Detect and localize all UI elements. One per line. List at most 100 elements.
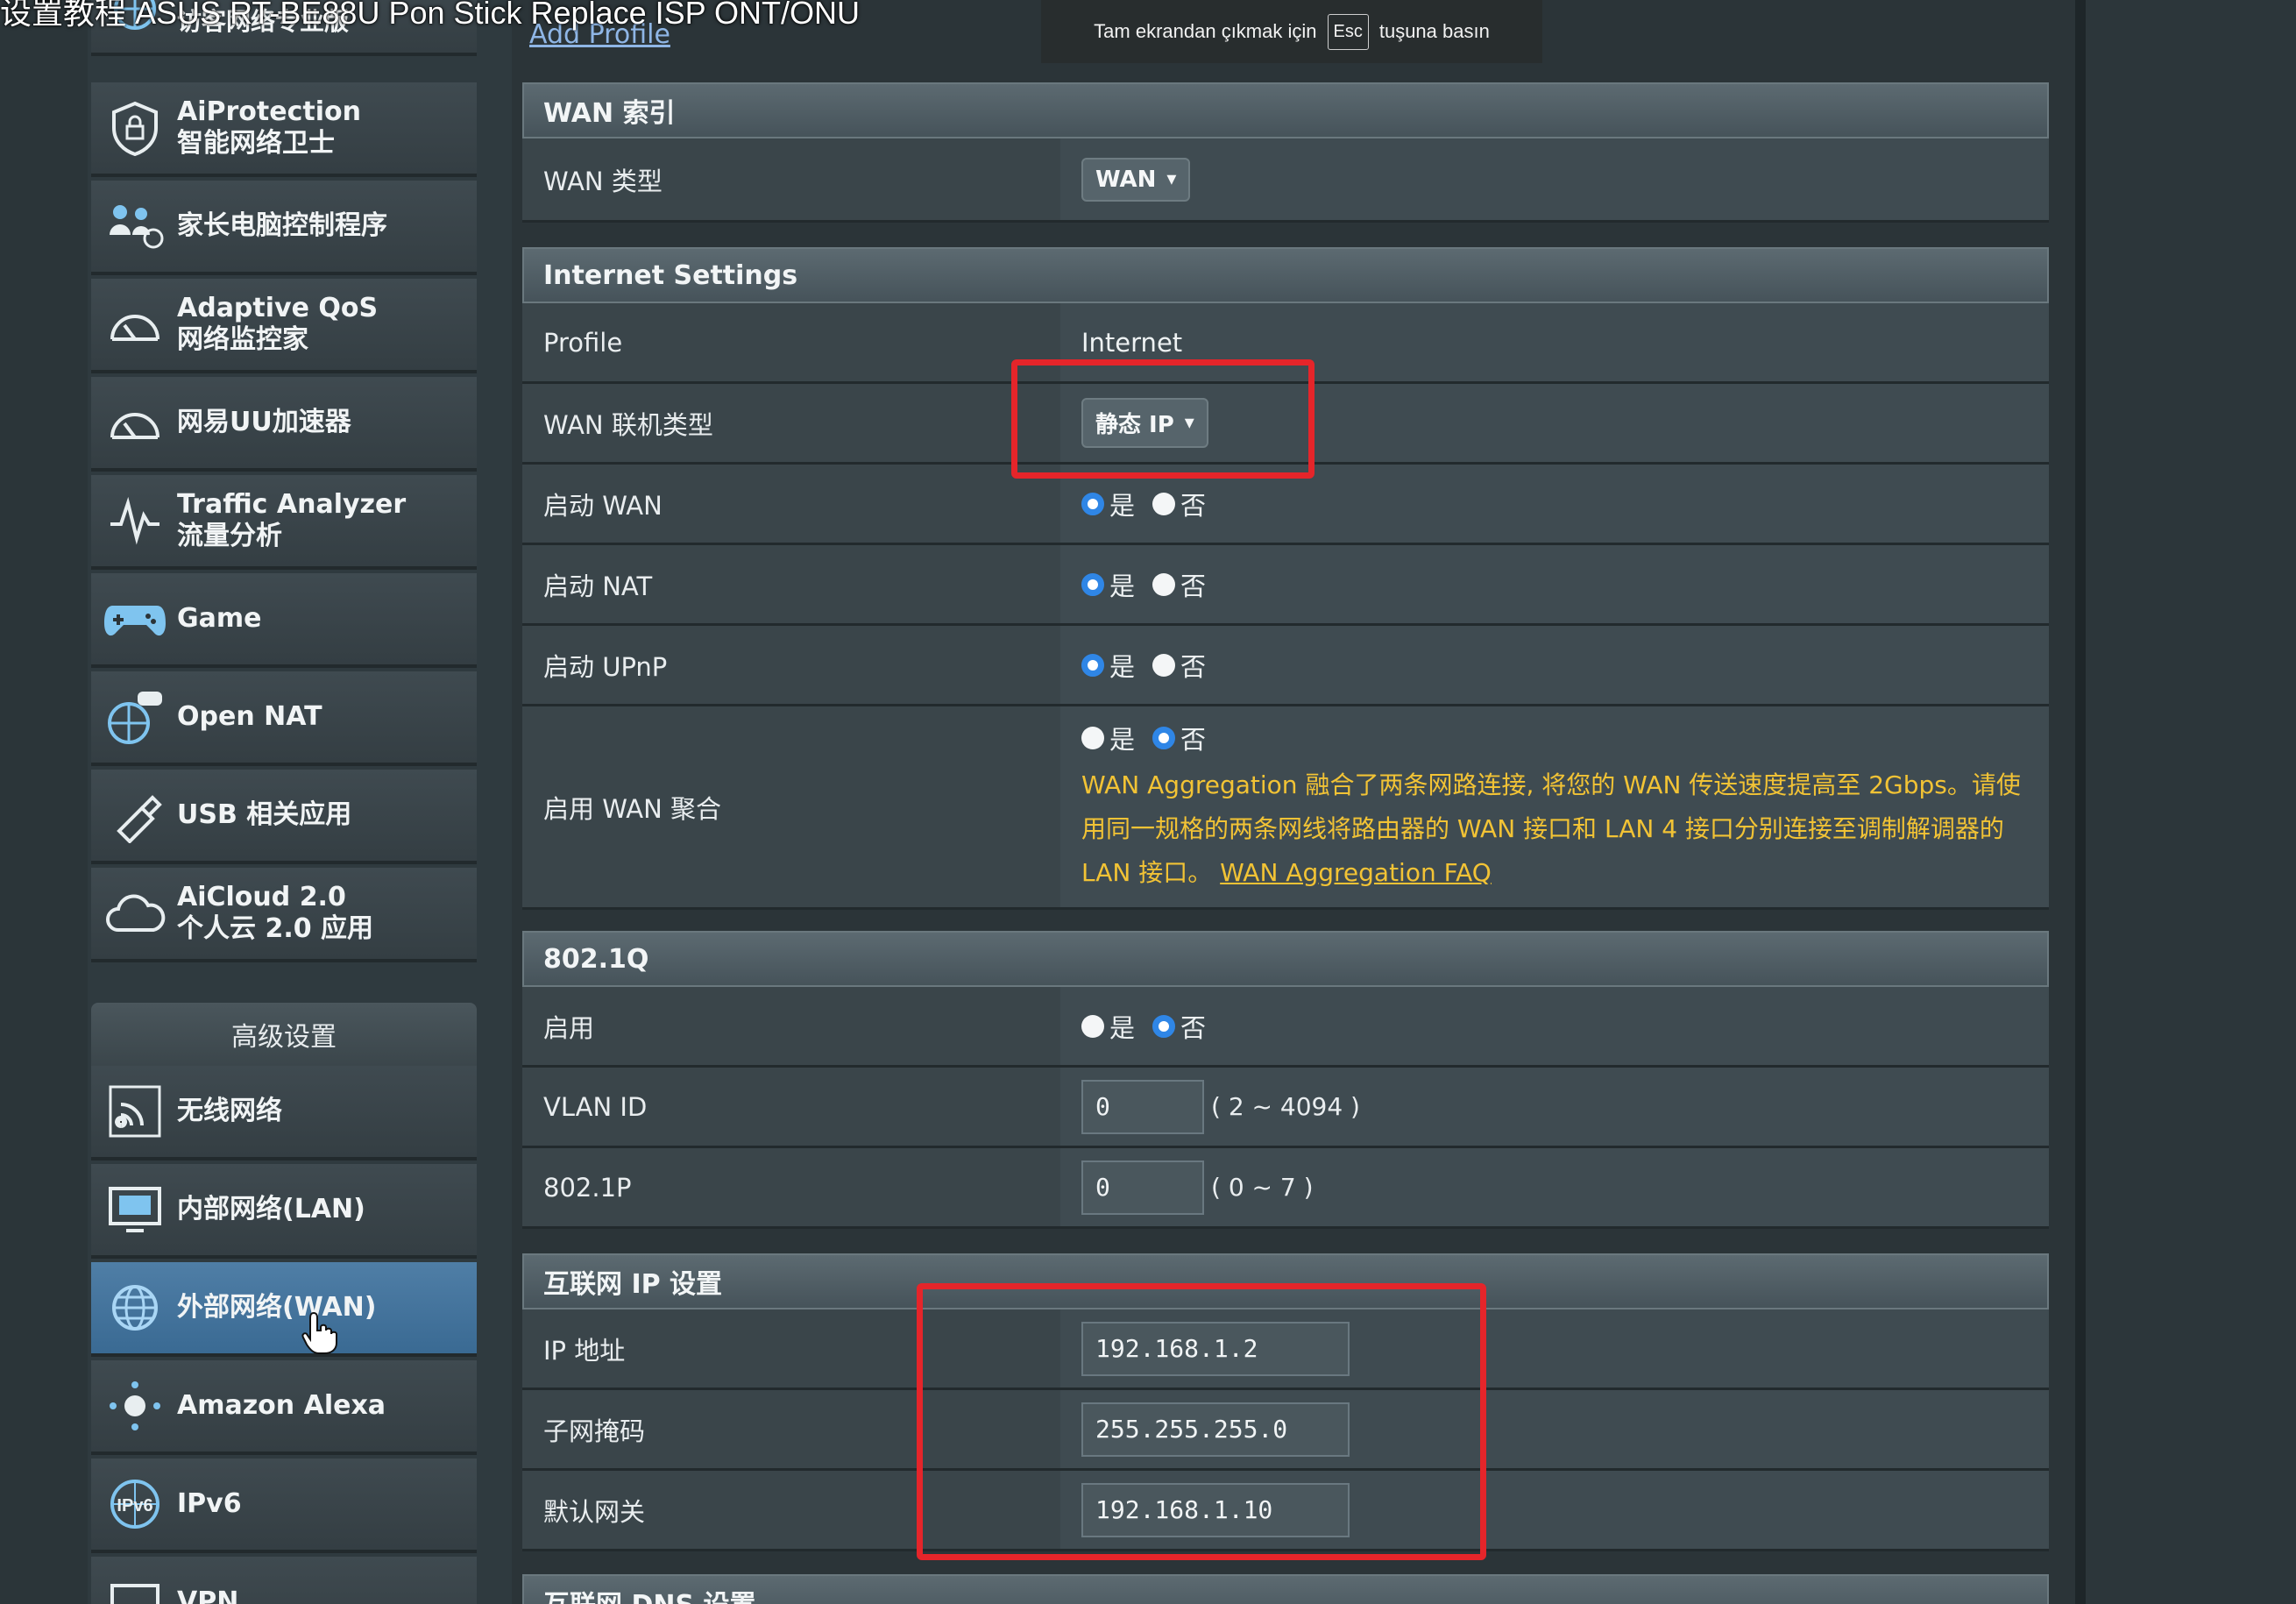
highlight-box-connection-type bbox=[1011, 359, 1315, 479]
sidebar-item-wireless[interactable]: 无线网络 bbox=[91, 1066, 477, 1160]
esc-key: Esc bbox=[1327, 13, 1369, 50]
sidebar-item-parental-controls[interactable]: 家长电脑控制程序 bbox=[91, 181, 477, 275]
sidebar-item-label: Adaptive QoS bbox=[177, 293, 379, 323]
left-background bbox=[0, 0, 88, 1604]
row-vlan-id: VLAN ID 0 ( 2 ~ 4094 ) bbox=[522, 1068, 2049, 1148]
advanced-settings-header: 高级设置 bbox=[91, 1003, 477, 1066]
cloud-icon bbox=[100, 878, 170, 948]
vpn-icon bbox=[100, 1567, 170, 1604]
row-wan-aggregation: 启用 WAN 聚合 是 否 WAN Aggregation 融合了两条网路连接,… bbox=[522, 706, 2049, 910]
vlan-id-range: ( 2 ~ 4094 ) bbox=[1211, 1092, 1360, 1121]
8021p-input[interactable]: 0 bbox=[1081, 1160, 1204, 1215]
sidebar-item-label: USB 相关应用 bbox=[177, 799, 352, 830]
sidebar-item-label: Open NAT bbox=[177, 701, 322, 732]
family-icon bbox=[100, 191, 170, 261]
sidebar-item-lan[interactable]: 内部网络(LAN) bbox=[91, 1164, 477, 1259]
sidebar-item-vpn[interactable]: VPN bbox=[91, 1557, 477, 1604]
enable-upnp-yes-radio[interactable]: 是 bbox=[1081, 647, 1135, 684]
enable-nat-yes-radio[interactable]: 是 bbox=[1081, 566, 1135, 603]
sidebar-item-sublabel: 流量分析 bbox=[177, 521, 282, 551]
sidebar-item-label: IPv6 bbox=[177, 1488, 242, 1519]
profile-label: Profile bbox=[522, 303, 1060, 381]
sidebar-item-open-nat[interactable]: Open NAT bbox=[91, 671, 477, 766]
sidebar-item-label: AiProtection bbox=[177, 96, 361, 127]
fullscreen-exit-banner: Tam ekrandan çıkmak için Esc tuşuna bası… bbox=[1041, 0, 1542, 63]
wan-type-label: WAN 类型 bbox=[522, 138, 1060, 220]
usb-icon bbox=[100, 780, 170, 850]
wan-aggregation-label: 启用 WAN 聚合 bbox=[522, 706, 1060, 907]
section-dns-settings: 互联网 DNS 设置 bbox=[522, 1574, 2049, 1604]
enable-nat-label: 启动 NAT bbox=[522, 545, 1060, 623]
sidebar-item-label: 家长电脑控制程序 bbox=[177, 210, 387, 241]
wan-aggregation-no-radio[interactable]: 否 bbox=[1152, 720, 1206, 756]
sidebar-item-alexa[interactable]: Amazon Alexa bbox=[91, 1360, 477, 1455]
fullscreen-text-suffix: tuşuna basın bbox=[1378, 20, 1490, 42]
sidebar-item-wan[interactable]: 外部网络(WAN) bbox=[91, 1262, 477, 1357]
8021p-range: ( 0 ~ 7 ) bbox=[1211, 1173, 1314, 1202]
row-8021p: 802.1P 0 ( 0 ~ 7 ) bbox=[522, 1148, 2049, 1229]
section-internet-settings: Internet Settings bbox=[522, 247, 2049, 303]
speedometer-icon bbox=[100, 387, 170, 458]
enable-wan-label: 启动 WAN bbox=[522, 465, 1060, 543]
globe-icon bbox=[100, 1273, 170, 1343]
row-enable-nat: 启动 NAT 是 否 bbox=[522, 545, 2049, 626]
wan-type-select[interactable]: WAN ▾ bbox=[1081, 157, 1191, 202]
vlan-id-input[interactable]: 0 bbox=[1081, 1079, 1204, 1134]
sidebar-item-label: Amazon Alexa bbox=[177, 1390, 386, 1421]
sidebar-item-label: 外部网络(WAN) bbox=[177, 1292, 377, 1323]
wan-type-value: WAN bbox=[1095, 166, 1157, 193]
sidebar-item-uu-booster[interactable]: 网易UU加速器 bbox=[91, 377, 477, 472]
sidebar-item-usb[interactable]: USB 相关应用 bbox=[91, 770, 477, 864]
8021q-yes-radio[interactable]: 是 bbox=[1081, 1008, 1135, 1045]
8021p-label: 802.1P bbox=[522, 1148, 1060, 1226]
enable-upnp-no-radio[interactable]: 否 bbox=[1152, 647, 1206, 684]
enable-wan-no-radio[interactable]: 否 bbox=[1152, 486, 1206, 522]
wan-aggregation-faq-link[interactable]: WAN Aggregation FAQ bbox=[1220, 858, 1492, 887]
highlight-box-ip-settings bbox=[917, 1283, 1486, 1560]
sidebar-item-aicloud[interactable]: AiCloud 2.0 个人云 2.0 应用 bbox=[91, 868, 477, 962]
enable-nat-no-radio[interactable]: 否 bbox=[1152, 566, 1206, 603]
8021q-no-radio[interactable]: 否 bbox=[1152, 1008, 1206, 1045]
enable-upnp-label: 启动 UPnP bbox=[522, 626, 1060, 704]
main-panel: Add Profile WAN 索引 WAN 类型 WAN ▾ Internet … bbox=[512, 0, 2075, 1604]
sidebar-item-sublabel: 个人云 2.0 应用 bbox=[177, 913, 374, 944]
sidebar-item-label: 无线网络 bbox=[177, 1096, 282, 1126]
sidebar-item-label: Traffic Analyzer bbox=[177, 489, 407, 520]
gamepad-icon bbox=[100, 584, 170, 654]
row-enable-upnp: 启动 UPnP 是 否 bbox=[522, 626, 2049, 706]
sidebar-item-label: 网易UU加速器 bbox=[177, 407, 351, 437]
wan-aggregation-yes-radio[interactable]: 是 bbox=[1081, 720, 1135, 756]
row-8021q-enable: 启用 是 否 bbox=[522, 987, 2049, 1068]
section-8021q: 802.1Q bbox=[522, 931, 2049, 987]
right-background bbox=[2086, 0, 2296, 1604]
mouse-cursor-icon bbox=[301, 1311, 340, 1359]
sidebar-item-label: 内部网络(LAN) bbox=[177, 1194, 365, 1224]
sidebar-item-label: Game bbox=[177, 603, 262, 634]
sidebar-item-ipv6[interactable]: IPv6 IPv6 bbox=[91, 1459, 477, 1553]
row-wan-type: WAN 类型 WAN ▾ bbox=[522, 138, 2049, 223]
8021q-enable-label: 启用 bbox=[522, 987, 1060, 1065]
pulse-icon bbox=[100, 486, 170, 556]
sidebar-item-label: AiCloud 2.0 bbox=[177, 882, 346, 912]
vlan-id-label: VLAN ID bbox=[522, 1068, 1060, 1146]
sidebar-item-sublabel: 智能网络卫士 bbox=[177, 128, 335, 159]
speedometer-icon bbox=[100, 289, 170, 359]
sidebar-item-adaptive-qos[interactable]: Adaptive QoS 网络监控家 bbox=[91, 279, 477, 373]
connection-type-label: WAN 联机类型 bbox=[522, 384, 1060, 462]
wan-aggregation-note: WAN Aggregation 融合了两条网路连接, 将您的 WAN 传送速度提… bbox=[1081, 770, 2021, 887]
sidebar-item-traffic-analyzer[interactable]: Traffic Analyzer 流量分析 bbox=[91, 475, 477, 570]
sidebar-item-aiprotection[interactable]: AiProtection 智能网络卫士 bbox=[91, 82, 477, 177]
sidebar-item-label: VPN bbox=[177, 1586, 239, 1604]
fullscreen-text-prefix: Tam ekrandan çıkmak için bbox=[1094, 20, 1317, 42]
sidebar-item-sublabel: 网络监控家 bbox=[177, 324, 308, 355]
video-title: 设置教程 ASUS RT-BE88U Pon Stick Replace ISP… bbox=[0, 0, 860, 31]
enable-wan-yes-radio[interactable]: 是 bbox=[1081, 486, 1135, 522]
shield-lock-icon bbox=[100, 93, 170, 163]
ipv6-icon: IPv6 bbox=[100, 1469, 170, 1539]
globe-gamepad-icon bbox=[100, 682, 170, 752]
chevron-down-icon: ▾ bbox=[1166, 168, 1177, 190]
alexa-icon bbox=[100, 1371, 170, 1441]
monitor-icon bbox=[100, 1175, 170, 1245]
sidebar-item-game[interactable]: Game bbox=[91, 573, 477, 668]
section-wan-index: WAN 索引 bbox=[522, 82, 2049, 138]
